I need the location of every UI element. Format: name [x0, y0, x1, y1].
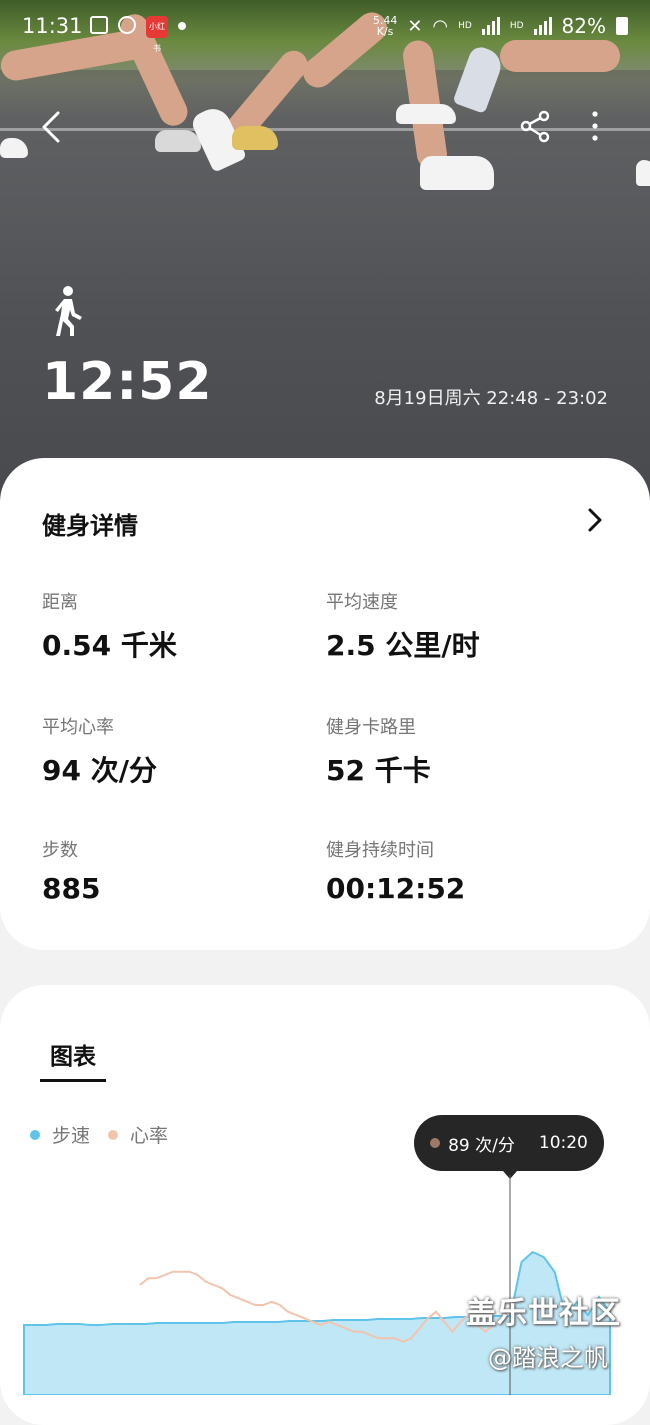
stat-calories: 健身卡路里 52 千卡: [326, 713, 586, 789]
hd-label-1: HD: [458, 21, 472, 31]
legend-dot: [108, 1129, 119, 1140]
stat-value: 00:12:52: [326, 872, 466, 905]
tooltip-value: 89 次/分: [448, 1135, 515, 1156]
legend-label: 心率: [130, 1125, 169, 1147]
chevron-right-icon: [588, 508, 602, 532]
stat-value: 885: [42, 872, 101, 905]
status-right: 5.44 K/s ✕ ◠ HD HD 82%: [373, 14, 628, 38]
more-options-button[interactable]: [584, 108, 606, 148]
stat-distance: 距离 0.54 千米: [42, 588, 302, 664]
legend-label: 步速: [52, 1125, 91, 1147]
signal-icon: [481, 17, 500, 35]
workout-duration: 12:52: [42, 352, 213, 412]
status-time: 11:31: [22, 14, 83, 38]
back-icon: [42, 111, 60, 143]
chart-legend: 步速 心率: [30, 1121, 186, 1148]
details-expand-button[interactable]: [584, 506, 606, 534]
status-bar: 11:31 小红书 5.44 K/s ✕ ◠ HD HD 82%: [0, 8, 650, 53]
back-button[interactable]: [38, 108, 68, 148]
stat-label: 健身持续时间: [326, 840, 434, 861]
share-icon: [520, 110, 550, 143]
stat-workout-duration: 健身持续时间 00:12:52: [326, 836, 586, 905]
details-title: 健身详情: [42, 512, 138, 540]
wifi-icon: ◠: [432, 15, 449, 37]
hd-label-2: HD: [509, 21, 524, 31]
runner-shoe: [420, 156, 494, 190]
share-button[interactable]: [518, 108, 552, 148]
battery-percent: 82%: [561, 14, 606, 38]
hero-image: [0, 0, 650, 500]
stat-avg-heart-rate: 平均心率 94 次/分: [42, 713, 302, 789]
stat-value: 94 次/分: [42, 754, 157, 787]
tooltip-dot: [430, 1138, 441, 1148]
legend-dot: [30, 1129, 40, 1140]
stat-label: 健身卡路里: [326, 717, 416, 738]
workout-details-card: 健身详情 距离 0.54 千米 平均速度 2.5 公里/时 平均心率 94 次/…: [0, 458, 650, 950]
legend-item-pace: 步速: [30, 1121, 90, 1148]
notification-icons: 小红书: [90, 16, 186, 53]
runner-shoe: [636, 160, 650, 186]
top-navigation: [0, 108, 650, 148]
mute-icon: ✕: [407, 15, 423, 37]
xiaohongshu-icon: 小红书: [146, 16, 168, 53]
stat-label: 距离: [42, 592, 78, 613]
workout-date-range: 8月19日周六 22:48 - 23:02: [374, 388, 608, 409]
gallery-icon: [90, 16, 108, 34]
stat-value: 0.54 千米: [42, 629, 177, 662]
legend-item-heart-rate: 心率: [108, 1121, 168, 1148]
watermark-handle: @踏浪之帆: [488, 1344, 608, 1372]
net-speed-unit: K/s: [376, 25, 394, 38]
chart-tooltip: 89 次/分 10:20: [414, 1115, 604, 1171]
stat-value: 2.5 公里/时: [326, 629, 480, 662]
walking-icon: [55, 286, 82, 336]
battery-icon: [616, 17, 628, 35]
tooltip-time: 10:20: [538, 1133, 588, 1153]
more-notifications-icon: [178, 22, 186, 30]
more-icon: [592, 111, 598, 141]
watermark-text: 盖乐世社区: [466, 1296, 621, 1331]
stat-value: 52 千卡: [326, 754, 431, 787]
stat-label: 步数: [42, 840, 78, 861]
alarm-icon: [118, 16, 136, 34]
stat-label: 平均心率: [42, 717, 114, 738]
tab-chart[interactable]: 图表: [40, 1037, 106, 1082]
stat-avg-speed: 平均速度 2.5 公里/时: [326, 588, 586, 664]
signal-icon-2: [533, 17, 552, 35]
stat-label: 平均速度: [326, 592, 398, 613]
net-speed: 5.44 K/s: [373, 15, 398, 37]
stat-steps: 步数 885: [42, 836, 302, 905]
